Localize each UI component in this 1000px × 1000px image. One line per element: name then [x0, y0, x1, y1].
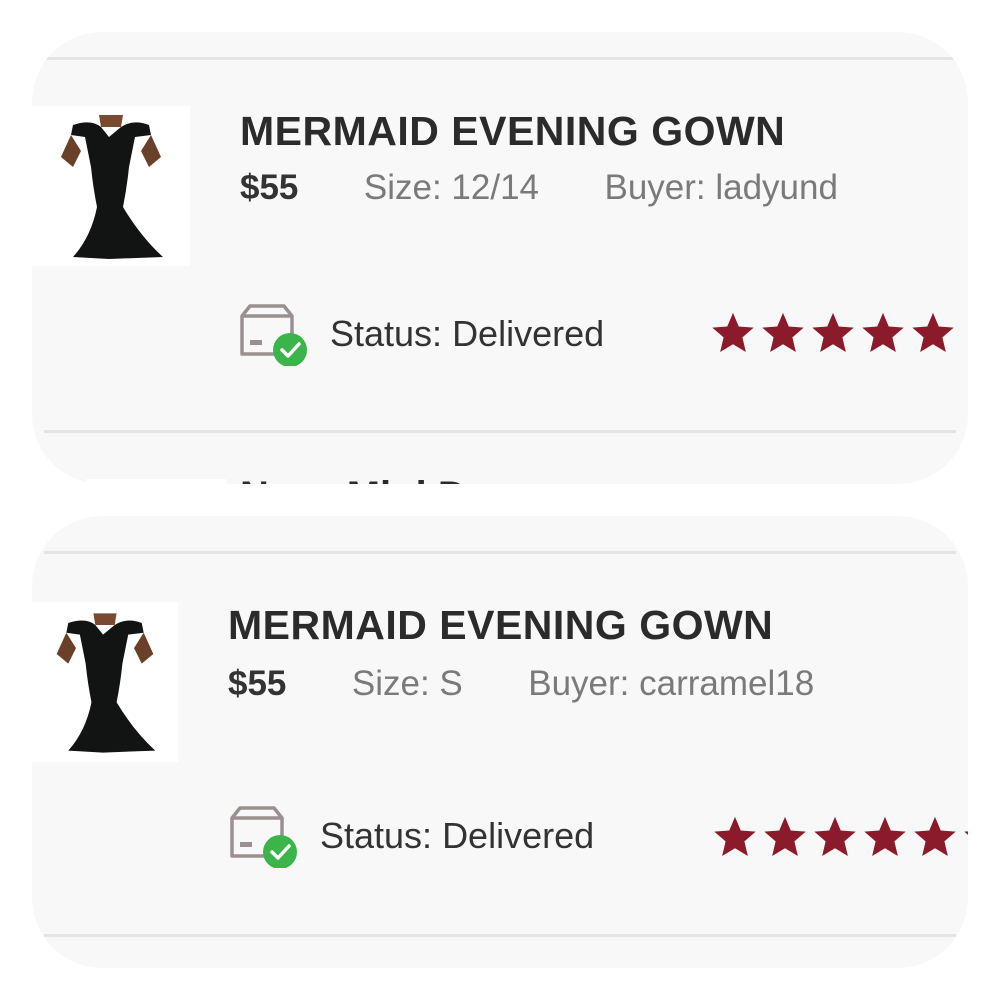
order-card-1[interactable]: MERMAID EVENING GOWN $55 Size: 12/14 Buy… [32, 32, 968, 484]
star-icon [964, 831, 968, 835]
product-thumbnail[interactable] [32, 602, 178, 762]
divider-top [44, 551, 956, 554]
status-row: Status: Delivered [238, 302, 605, 367]
star-icon [864, 816, 906, 856]
dress-image [56, 613, 156, 753]
size-label: Size: S [351, 664, 463, 703]
dress-image [61, 115, 163, 259]
star-icon [764, 816, 806, 856]
product-title[interactable]: MERMAID EVENING GOWN [228, 602, 773, 649]
status-text: Status: Delivered [320, 815, 595, 856]
buyer-label[interactable]: Buyer: ladyund [604, 168, 837, 207]
size-label: Size: 12/14 [363, 168, 539, 207]
next-item-title-peek: Navy Mini Dress [240, 476, 549, 484]
divider-bottom [44, 934, 956, 937]
divider-top [44, 57, 956, 60]
star-icon [862, 312, 904, 352]
delivered-box-icon [228, 804, 304, 869]
status-row: Status: Delivered [228, 804, 595, 869]
star-icon [812, 312, 854, 352]
star-icon [762, 312, 804, 352]
star-icon [814, 816, 856, 856]
product-thumbnail[interactable] [32, 106, 190, 266]
rating-stars [708, 310, 958, 356]
star-icon [914, 816, 956, 856]
price: $55 [228, 664, 287, 703]
product-title[interactable]: MERMAID EVENING GOWN [240, 108, 785, 155]
star-icon [712, 312, 754, 352]
delivered-box-icon [238, 302, 314, 367]
star-icon [912, 312, 954, 352]
price: $55 [240, 168, 299, 207]
status-text: Status: Delivered [330, 313, 605, 354]
order-meta: $55 Size: 12/14 Buyer: ladyund [240, 168, 838, 208]
next-item-thumbnail-peek [86, 479, 226, 484]
order-card-2[interactable]: MERMAID EVENING GOWN $55 Size: S Buyer: … [32, 516, 968, 968]
buyer-label[interactable]: Buyer: carramel18 [528, 664, 814, 703]
rating-stars [710, 814, 968, 860]
star-icon [714, 816, 756, 856]
order-meta: $55 Size: S Buyer: carramel18 [228, 664, 814, 704]
divider-bottom [44, 430, 956, 433]
